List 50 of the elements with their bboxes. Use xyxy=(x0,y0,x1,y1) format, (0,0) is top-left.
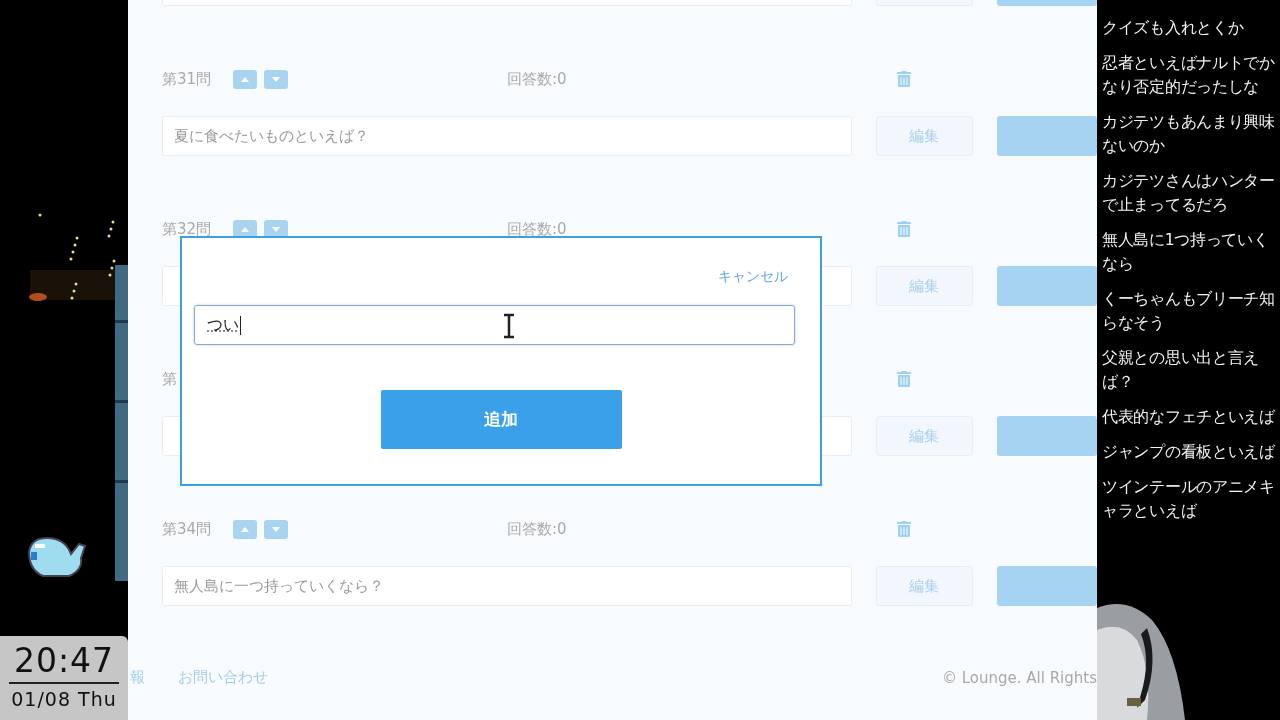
caret-up-icon xyxy=(241,526,249,532)
edit-button[interactable]: 編集 xyxy=(875,116,973,156)
footer-link[interactable]: お問い合わせ xyxy=(178,668,268,687)
edit-button[interactable]: 編集 xyxy=(875,566,973,606)
footer-link[interactable]: 報 xyxy=(130,668,145,687)
chat-comment: くーちゃんもブリーチ知らなそう xyxy=(1102,289,1276,334)
trash-icon[interactable] xyxy=(897,221,911,237)
clock-time: 20:47 xyxy=(13,642,115,680)
question-field[interactable]: 無人島に一つ持っていくなら？ xyxy=(162,566,852,606)
question-number: 第32問 xyxy=(162,219,213,239)
trash-icon[interactable] xyxy=(897,71,911,87)
chat-comment: 代表的なフェチといえば xyxy=(1102,407,1276,428)
trash-icon[interactable] xyxy=(897,521,911,537)
question-field[interactable]: 夏に食べたいものといえば？ xyxy=(162,116,852,156)
action-button[interactable] xyxy=(997,116,1097,156)
clock-date: 01/08 Thu xyxy=(11,687,117,711)
move-up-button[interactable] xyxy=(233,69,257,89)
answer-count: 回答数:0 xyxy=(507,69,568,89)
cancel-link[interactable]: キャンセル xyxy=(718,266,788,286)
copyright-text: © Lounge. All Rights xyxy=(941,668,1097,687)
chat-comment: 忍者といえばナルトでかなり否定的だったしな xyxy=(1102,53,1276,98)
edit-button[interactable]: 編集 xyxy=(875,266,973,306)
answer-count: 回答数:0 xyxy=(507,219,568,239)
chat-comment: カジテツさんはハンターで止まってるだろ xyxy=(1102,171,1276,216)
action-button[interactable] xyxy=(997,566,1097,606)
question-input[interactable]: つい xyxy=(194,305,795,345)
question-number: 第31問 xyxy=(162,69,213,89)
add-button[interactable]: 追加 xyxy=(380,390,622,449)
question-number: 第34問 xyxy=(162,519,213,539)
caret-up-icon xyxy=(241,226,249,232)
action-button[interactable] xyxy=(997,416,1097,456)
caret-down-icon xyxy=(272,226,280,232)
edit-button[interactable]: 編集 xyxy=(875,416,973,456)
chat-comment: 父親との思い出と言えば？ xyxy=(1102,348,1260,393)
chat-comment: 無人島に1つ持っていくなら xyxy=(1102,230,1270,275)
action-button[interactable] xyxy=(997,266,1097,306)
move-down-button[interactable] xyxy=(264,519,288,539)
text-cursor-icon xyxy=(502,313,516,339)
move-up-button[interactable] xyxy=(233,519,257,539)
answer-count: 回答数:0 xyxy=(507,519,568,539)
move-down-button[interactable] xyxy=(264,69,288,89)
caret-down-icon xyxy=(272,76,280,82)
caret-down-icon xyxy=(272,526,280,532)
chat-comment: ツインテールのアニメキャラといえば xyxy=(1102,477,1276,522)
chat-comment: クイズも入れとくか xyxy=(1102,18,1245,39)
trash-icon[interactable] xyxy=(897,371,911,387)
chat-comment: ジャンプの看板といえば xyxy=(1102,442,1276,463)
caret-up-icon xyxy=(241,76,249,82)
question-number: 第 xyxy=(162,369,178,389)
chat-comment: カジテツもあんまり興味ないのか xyxy=(1102,112,1276,157)
